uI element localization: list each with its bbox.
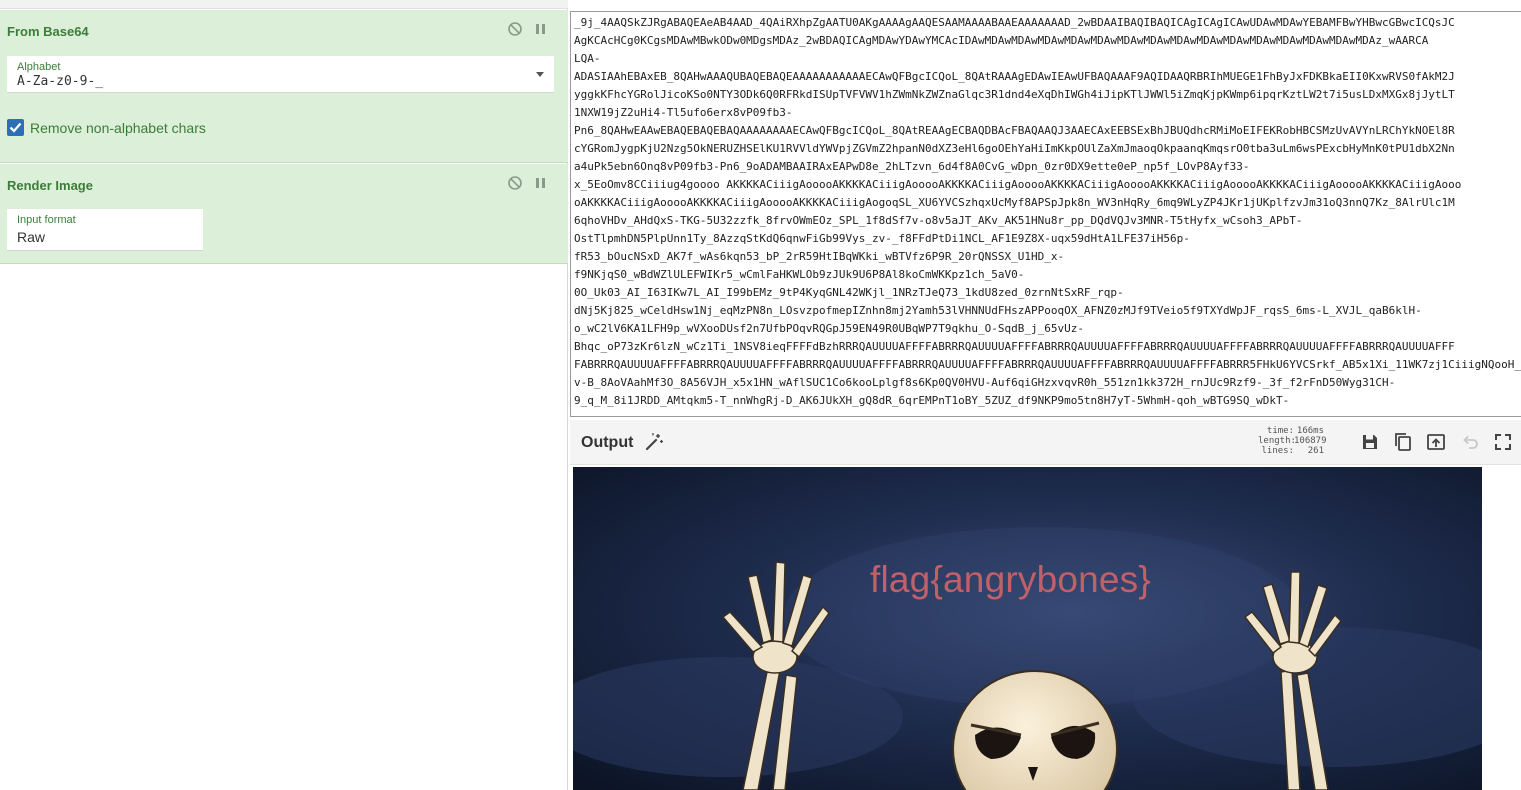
input-textarea[interactable]: _9j_4AAQSkZJRgABAQEAeAB4AAD_4QAiRXhpZgAA…: [570, 11, 1521, 417]
input-line: fR53_bOucNSxD_AK7f_wAs6kqn53_bP_2rR59HtI…: [574, 250, 1065, 263]
recipe-header-strip: [0, 0, 568, 9]
input-line: _9j_4AAQSkZJRgABAQEAeAB4AAD_4QAiRXhpZgAA…: [574, 16, 1455, 29]
skeleton-image: [573, 467, 1482, 790]
operation-render-image[interactable]: Render Image Input format Raw: [0, 164, 568, 264]
operation-title: From Base64: [7, 24, 89, 39]
input-format-label: Input format: [17, 214, 76, 226]
input-line: x_5EoOmv8CCiiiug4goooo AKKKKACiiigAooooA…: [574, 178, 1462, 191]
stat-time-key: time:: [1266, 426, 1294, 436]
input-line: FABRRRQAUUUUAFFFFABRRRQAUUUUAFFFFABRRRQA…: [574, 358, 1521, 371]
stat-lines-key: lines:: [1261, 446, 1294, 456]
disable-icon[interactable]: [507, 21, 523, 37]
flag-text: flag{angrybones}: [870, 559, 1151, 600]
output-area[interactable]: flag{angrybones}: [570, 466, 1521, 790]
input-line: f9NKjqS0_wBdWZlULEFWIKr5_wCmlFaHKWLOb9zJ…: [574, 268, 1025, 281]
input-line: o_wC2lV6KA1LFH9p_wVXooDUsf2n7UfbPOqvRQGp…: [574, 322, 1084, 335]
copy-icon[interactable]: [1393, 432, 1413, 452]
undo-icon[interactable]: [1460, 432, 1480, 452]
output-header: Output time: 166ms length: 106879 lines: 26…: [570, 420, 1521, 465]
operation-from-base64[interactable]: From Base64 Alphabet A-Za-z0-9-_ Remove …: [0, 10, 568, 163]
alphabet-value: A-Za-z0-9-_: [17, 74, 104, 89]
input-format-value: Raw: [17, 229, 46, 245]
rendered-image: flag{angrybones}: [573, 467, 1482, 790]
pause-icon[interactable]: [533, 175, 549, 191]
input-line: LQA-: [574, 52, 601, 65]
input-line: yggkKFhcYGRolJicoKSo0NTY3ODk6Q0RFRkdISUp…: [574, 88, 1455, 101]
disable-icon[interactable]: [507, 175, 523, 191]
output-title: Output: [581, 434, 634, 451]
input-line: 1NXW19jZ2uHi4-Tl5ufo6erx8vP09fb3-: [574, 106, 793, 119]
chevron-down-icon[interactable]: [536, 72, 544, 77]
input-line: 6qhoVHDv_AHdQxS-TKG-5U32zzfk_8frvOWmEOz_…: [574, 214, 1303, 227]
save-icon[interactable]: [1360, 432, 1380, 452]
maximise-icon[interactable]: [1493, 432, 1513, 452]
input-line: AgKCAcHCg0KCgsMDAwMBwkODw0MDgsMDAz_2wBDA…: [574, 34, 1429, 47]
stat-length-key: length:: [1258, 436, 1296, 446]
input-line: Bhqc_oP73zKr6lzN_wCz1Ti_1NSV8ieqFFFFdBzh…: [574, 340, 1455, 353]
input-line: a4uPk5ebn6Onq8vP09fb3-Pn6_9oADAMBAAIRAxE…: [574, 160, 1250, 173]
input-line: Pn6_8QAHwEAAwEBAQEBAQEBAQAAAAAAAAECAwQFB…: [574, 124, 1455, 137]
stat-lines-value: 261: [1307, 446, 1324, 456]
remove-non-alphabet-label: Remove non-alphabet chars: [30, 120, 206, 136]
input-line: dNj5Kj825_wCeldHsw1Nj_eqMzPN8n_LOsvzpofm…: [574, 304, 1422, 317]
input-line: 0O_Uk03_AI_I63IKw7L_AI_I99bEMz_9tP4KyqGN…: [574, 286, 1124, 299]
alphabet-label: Alphabet: [17, 61, 61, 73]
operation-title: Render Image: [7, 178, 93, 193]
input-line: oAKKKKACiiigAooooAKKKKACiiigAooooAKKKKAC…: [574, 196, 1455, 209]
replace-input-icon[interactable]: [1426, 432, 1446, 452]
remove-non-alphabet-checkbox[interactable]: [7, 119, 24, 136]
pause-icon[interactable]: [533, 21, 549, 37]
input-line: v-B_8AoVAahMf3O_8A56VJH_x5x1HN_wAflSUC1C…: [574, 376, 1396, 389]
stat-time-value: 166ms: [1296, 426, 1324, 436]
recipe-panel: From Base64 Alphabet A-Za-z0-9-_ Remove …: [0, 0, 568, 790]
input-format-field[interactable]: Input format Raw: [7, 209, 203, 251]
alphabet-select[interactable]: Alphabet A-Za-z0-9-_: [7, 56, 554, 93]
stat-length-value: 106879: [1294, 436, 1327, 446]
input-text: _9j_4AAQSkZJRgABAQEAeAB4AAD_4QAiRXhpZgAA…: [574, 14, 1521, 410]
input-line: cYGRomJygpKjU2Nzg5OkNERUZHSElKU1RVVldYWV…: [574, 142, 1455, 155]
input-line: ADASIAAhEBAxEB_8QAHwAAAQUBAQEBAQEAAAAAAA…: [574, 70, 1455, 83]
magic-wand-icon[interactable]: [644, 432, 664, 452]
input-line: OstTlpmhDN5PlpUnn1Ty_8AzzqStKdQ6qnwFiGb9…: [574, 232, 1190, 245]
output-stats: time: 166ms length: 106879 lines: 261: [1258, 426, 1327, 456]
input-line: 9_q_M_8i1JRDD_AMtqkm5-T_nnWhgRj-D_AK6JUk…: [574, 394, 1290, 407]
